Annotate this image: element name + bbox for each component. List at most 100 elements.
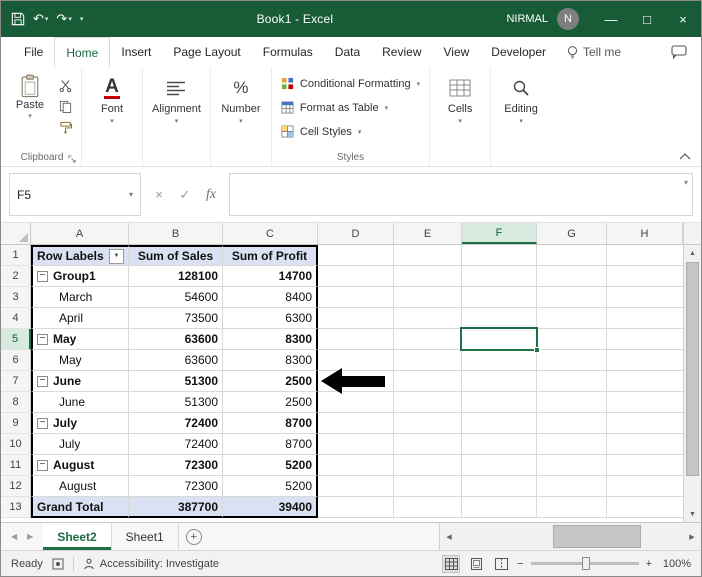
previous-sheet-button[interactable]: ◀: [11, 532, 17, 541]
next-sheet-button[interactable]: ▶: [27, 532, 33, 541]
account-name[interactable]: NIRMAL: [506, 13, 548, 25]
format-painter-button[interactable]: [56, 120, 74, 135]
cut-button[interactable]: [56, 78, 74, 93]
sheet-tab-sheet2[interactable]: Sheet2: [43, 523, 112, 550]
zoom-slider[interactable]: [530, 557, 639, 570]
scroll-up-button[interactable]: ▲: [684, 245, 701, 261]
scroll-right-button[interactable]: ▶: [683, 533, 701, 541]
accessibility-checker[interactable]: Accessibility: Investigate: [83, 558, 219, 570]
row-header-4[interactable]: 4: [1, 308, 31, 329]
cell-A8[interactable]: June: [31, 392, 129, 413]
row-header-11[interactable]: 11: [1, 455, 31, 476]
cell-A7[interactable]: − June: [31, 371, 129, 392]
column-header-A[interactable]: A: [31, 223, 129, 244]
cell-B12[interactable]: 72300: [129, 476, 223, 497]
format-as-table-button[interactable]: Format as Table ▾: [277, 97, 424, 118]
comments-button[interactable]: [671, 37, 687, 67]
cells-button[interactable]: Cells ▾: [435, 69, 485, 125]
cell-C13[interactable]: 39400: [223, 497, 318, 518]
save-button[interactable]: [11, 12, 25, 26]
cell-B7[interactable]: 51300: [129, 371, 223, 392]
column-header-B[interactable]: B: [129, 223, 223, 244]
cell-A10[interactable]: July: [31, 434, 129, 455]
zoom-percentage[interactable]: 100%: [659, 558, 691, 570]
formula-input[interactable]: ▾: [229, 173, 693, 216]
empty-cells-row1[interactable]: [318, 245, 683, 266]
tab-view[interactable]: View: [433, 37, 481, 67]
horizontal-scroll-thumb[interactable]: [552, 525, 641, 548]
empty-cells-row4[interactable]: [318, 308, 683, 329]
undo-button[interactable]: ↶ ▾: [33, 11, 48, 27]
vertical-scroll-track[interactable]: [684, 261, 701, 506]
filter-dropdown-button[interactable]: ▼: [109, 248, 124, 264]
cell-C2[interactable]: 14700: [223, 266, 318, 287]
cell-C9[interactable]: 8700: [223, 413, 318, 434]
sheet-tab-sheet1[interactable]: Sheet1: [112, 523, 179, 550]
collapse-august-icon[interactable]: −: [37, 459, 48, 471]
tab-review[interactable]: Review: [371, 37, 432, 67]
macro-record-button[interactable]: [52, 558, 64, 570]
collapse-may-icon[interactable]: −: [37, 333, 48, 345]
cancel-entry-button[interactable]: ×: [147, 173, 171, 216]
vertical-scroll-thumb[interactable]: [686, 262, 699, 476]
empty-cells-row3[interactable]: [318, 287, 683, 308]
empty-cells-row2[interactable]: [318, 266, 683, 287]
editing-button[interactable]: Editing ▾: [496, 69, 546, 125]
horizontal-scroll-track[interactable]: [458, 523, 683, 550]
number-button[interactable]: % Number ▾: [216, 69, 266, 125]
cell-C6[interactable]: 8300: [223, 350, 318, 371]
collapse-june-icon[interactable]: −: [37, 375, 48, 387]
cell-A12[interactable]: August: [31, 476, 129, 497]
cell-C12[interactable]: 5200: [223, 476, 318, 497]
cell-B2[interactable]: 128100: [129, 266, 223, 287]
cell-A5[interactable]: − May: [31, 329, 129, 350]
cell-A1[interactable]: Row Labels ▼: [31, 245, 129, 266]
empty-cells-row8[interactable]: [318, 392, 683, 413]
cell-B11[interactable]: 72300: [129, 455, 223, 476]
page-layout-view-button[interactable]: [467, 555, 485, 573]
cell-B9[interactable]: 72400: [129, 413, 223, 434]
alignment-button[interactable]: Alignment ▾: [148, 69, 205, 125]
scroll-down-button[interactable]: ▼: [684, 506, 701, 522]
column-header-E[interactable]: E: [394, 223, 462, 244]
cell-B3[interactable]: 54600: [129, 287, 223, 308]
zoom-out-button[interactable]: −: [517, 558, 523, 570]
column-header-C[interactable]: C: [223, 223, 318, 244]
row-header-6[interactable]: 6: [1, 350, 31, 371]
new-sheet-button[interactable]: +: [179, 523, 209, 550]
enter-entry-button[interactable]: ✓: [173, 173, 197, 216]
cell-C8[interactable]: 2500: [223, 392, 318, 413]
column-header-D[interactable]: D: [318, 223, 394, 244]
tab-insert[interactable]: Insert: [110, 37, 162, 67]
cell-A11[interactable]: − August: [31, 455, 129, 476]
row-header-10[interactable]: 10: [1, 434, 31, 455]
empty-cells-row10[interactable]: [318, 434, 683, 455]
empty-cells-row11[interactable]: [318, 455, 683, 476]
tell-me-box[interactable]: Tell me: [557, 37, 631, 67]
tab-developer[interactable]: Developer: [480, 37, 557, 67]
zoom-in-button[interactable]: +: [646, 558, 652, 570]
row-header-7[interactable]: 7: [1, 371, 31, 392]
collapse-ribbon-button[interactable]: [679, 153, 691, 160]
cell-A13[interactable]: Grand Total: [31, 497, 129, 518]
cell-B10[interactable]: 72400: [129, 434, 223, 455]
cell-A6[interactable]: May: [31, 350, 129, 371]
cell-A2[interactable]: − Group1: [31, 266, 129, 287]
cell-A9[interactable]: − July: [31, 413, 129, 434]
collapse-group1-icon[interactable]: −: [37, 270, 48, 282]
cell-B6[interactable]: 63600: [129, 350, 223, 371]
cell-B5[interactable]: 63600: [129, 329, 223, 350]
normal-view-button[interactable]: [442, 554, 461, 573]
cell-B1[interactable]: Sum of Sales: [129, 245, 223, 266]
cell-A4[interactable]: April: [31, 308, 129, 329]
insert-function-button[interactable]: fx: [199, 173, 223, 216]
cell-B8[interactable]: 51300: [129, 392, 223, 413]
row-header-2[interactable]: 2: [1, 266, 31, 287]
row-header-13[interactable]: 13: [1, 497, 31, 518]
empty-cells-row13[interactable]: [318, 497, 683, 518]
cell-C4[interactable]: 6300: [223, 308, 318, 329]
conditional-formatting-button[interactable]: Conditional Formatting ▾: [277, 73, 424, 94]
cell-C3[interactable]: 8400: [223, 287, 318, 308]
tab-data[interactable]: Data: [324, 37, 371, 67]
avatar[interactable]: N: [557, 8, 579, 30]
